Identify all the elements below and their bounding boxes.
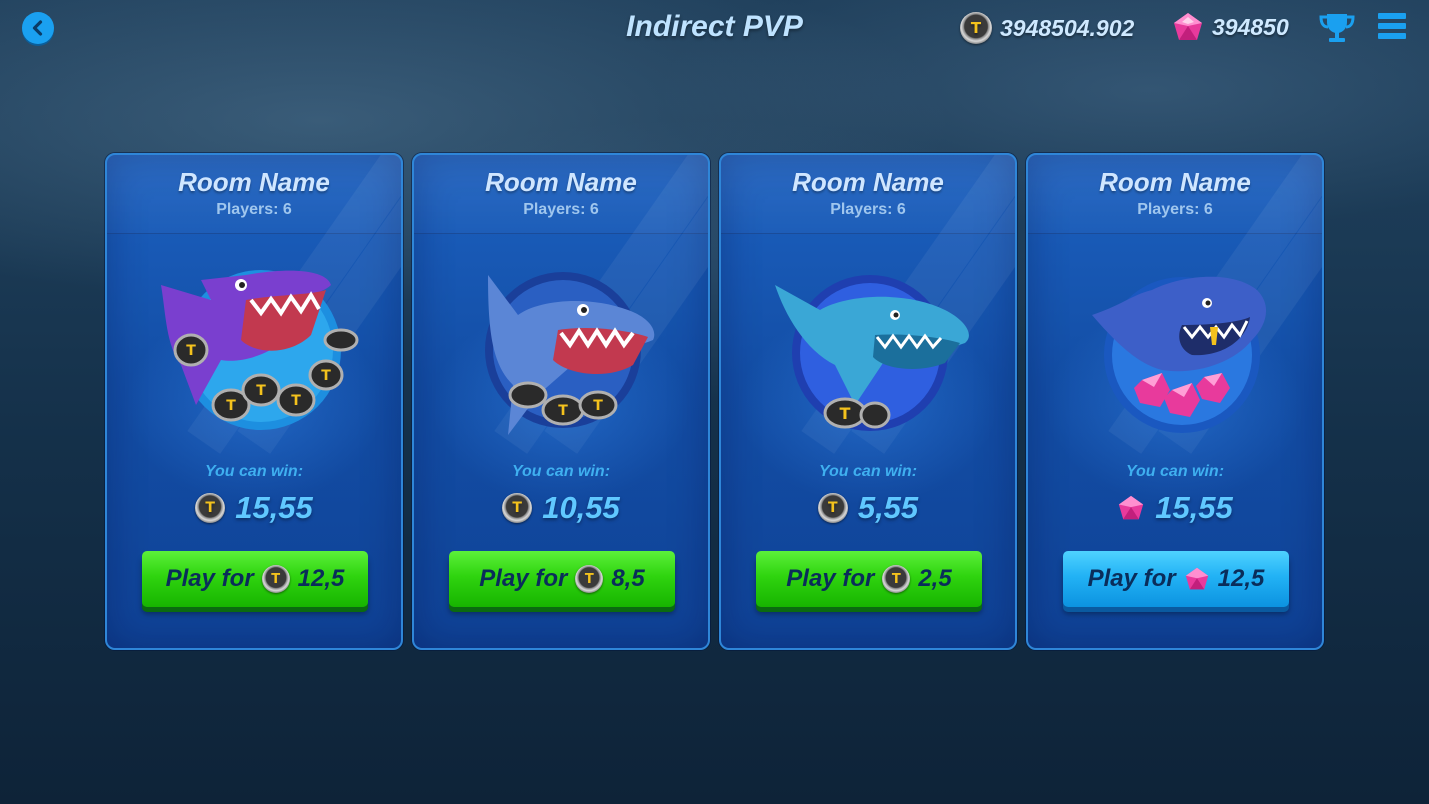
- room-players: Players: 6: [216, 201, 292, 218]
- play-button[interactable]: Play for 2,5: [756, 551, 982, 607]
- gem-icon: [1174, 13, 1202, 40]
- room-name: Room Name: [485, 167, 637, 197]
- menu-bar: [1378, 23, 1406, 29]
- play-label: Play for: [165, 565, 254, 592]
- coin-icon: [960, 12, 992, 44]
- play-amount: 8,5: [611, 565, 645, 592]
- shark-art: T: [775, 275, 969, 431]
- win-amount: 5,55: [857, 490, 919, 525]
- svg-text:T: T: [558, 403, 568, 419]
- svg-text:T: T: [840, 404, 851, 423]
- room-name: Room Name: [178, 167, 330, 197]
- play-amount: 12,5: [297, 565, 345, 592]
- room-players: Players: 6: [830, 201, 906, 218]
- win-amount: 15,55: [1155, 490, 1233, 525]
- coin-balance: 3948504.902: [960, 12, 1134, 44]
- play-button[interactable]: Play for 12,5: [1063, 551, 1289, 607]
- room-name: Room Name: [1099, 167, 1251, 197]
- gem-balance-value: 394850: [1212, 13, 1289, 40]
- coin-icon: [882, 565, 911, 593]
- room-players: Players: 6: [1137, 201, 1213, 218]
- play-amount: 2,5: [918, 565, 952, 592]
- win-amount: 15,55: [235, 490, 313, 525]
- shark-art: TT: [485, 272, 655, 435]
- play-label: Play for: [479, 565, 568, 592]
- gem-balance: 394850: [1172, 12, 1289, 42]
- win-amount-row: 10,55: [414, 490, 708, 526]
- svg-text:T: T: [291, 393, 301, 409]
- menu-bar: [1378, 33, 1406, 39]
- win-amount-row: 15,55: [1028, 490, 1322, 526]
- win-label: You can win:: [204, 463, 304, 480]
- play-button[interactable]: Play for 8,5: [449, 551, 675, 607]
- shark-art: [1092, 276, 1267, 433]
- coin-icon: [817, 493, 848, 523]
- coin-icon: [502, 493, 533, 523]
- shark-art: T T T T T: [161, 270, 359, 430]
- win-label: You can win:: [818, 463, 918, 480]
- gem-icon: [1119, 495, 1144, 520]
- menu-button[interactable]: [1378, 13, 1406, 43]
- gem-icon: [1185, 567, 1208, 590]
- svg-text:T: T: [321, 368, 331, 384]
- win-label: You can win:: [1125, 463, 1225, 480]
- menu-bar: [1378, 13, 1406, 19]
- svg-text:T: T: [256, 383, 266, 399]
- top-bar: Indirect PVP 3948504.902 394850: [0, 0, 1429, 60]
- play-button[interactable]: Play for 12,5: [142, 551, 368, 607]
- room-players: Players: 6: [523, 201, 599, 218]
- trophy-icon[interactable]: [1318, 12, 1356, 44]
- play-label: Play for: [786, 565, 875, 592]
- room-card[interactable]: Room Name Players: 6 You can win: 15,55 …: [1026, 153, 1324, 650]
- svg-text:T: T: [226, 398, 236, 414]
- room-card[interactable]: Room Name Players: 6 T T T T T You can win:: [105, 153, 403, 650]
- win-label: You can win:: [511, 463, 611, 480]
- svg-text:T: T: [186, 343, 196, 359]
- win-amount-row: 5,55: [721, 490, 1015, 526]
- play-amount: 12,5: [1217, 565, 1265, 592]
- play-label: Play for: [1087, 565, 1176, 592]
- room-card[interactable]: Room Name Players: 6 TT You can win: 10,…: [412, 153, 710, 650]
- coin-balance-value: 3948504.902: [1000, 14, 1135, 41]
- svg-text:T: T: [593, 398, 603, 414]
- coin-icon: [575, 565, 604, 593]
- coin-icon: [261, 565, 290, 593]
- room-name: Room Name: [792, 167, 944, 197]
- room-card[interactable]: Room Name Players: 6 T You can win: 5,55…: [719, 153, 1017, 650]
- coin-icon: [195, 493, 226, 523]
- win-amount: 10,55: [542, 490, 620, 525]
- win-amount-row: 15,55: [107, 490, 401, 526]
